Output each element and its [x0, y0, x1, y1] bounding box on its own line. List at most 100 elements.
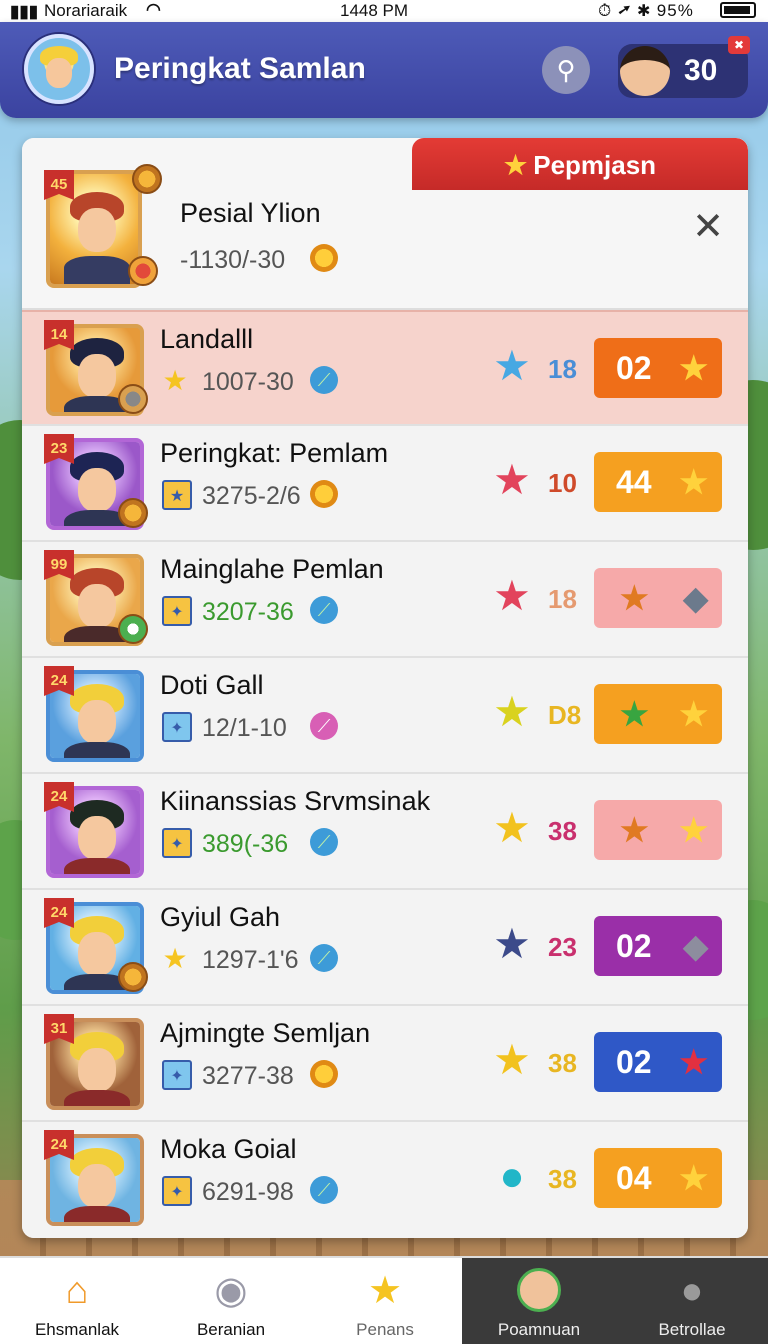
blue-star-icon: ★	[493, 342, 531, 389]
check-badge-icon	[118, 614, 148, 644]
leaderboard-row[interactable]: 23 Peringkat: Pemlam ★ 3275-2/6 ★ 10 44 …	[22, 426, 748, 542]
nav-pets[interactable]: ◉ Beranian	[154, 1258, 308, 1344]
dog-icon: ◉	[214, 1270, 248, 1312]
rank-box-icon: ✦	[162, 712, 192, 742]
reward-button[interactable]: ★ ★	[594, 684, 722, 744]
row-name: Ajmingte Semljan	[160, 1018, 371, 1048]
row-score: 6291-98	[202, 1178, 294, 1206]
reward-button[interactable]: 02 ◆	[594, 916, 722, 976]
app-header: Peringkat Samlan ⚲ 30 ✖	[0, 22, 768, 118]
star-icon: ★	[679, 350, 708, 386]
leaderboard-row[interactable]: 31 Ajmingte Semljan ✦ 3277-38 ★ 38 02 ★	[22, 1006, 748, 1122]
row-name: Mainglahe Pemlan	[160, 554, 384, 584]
row-name: Gyiul Gah	[160, 902, 281, 932]
star-icon: ★	[679, 812, 708, 848]
row-stat: 23	[548, 932, 577, 962]
close-button[interactable]: ✕	[690, 208, 726, 246]
search-icon: ⚲	[556, 55, 576, 85]
teal-ring-icon: ●	[499, 1152, 525, 1199]
home-icon: ⌂	[65, 1270, 89, 1312]
yellow-star-icon: ★	[493, 804, 531, 851]
avatar-icon	[517, 1268, 561, 1312]
feather-icon: ⟋	[310, 828, 338, 856]
medal-icon	[128, 256, 158, 286]
feather-icon: ⟋	[310, 944, 338, 972]
row-name: Doti Gall	[160, 670, 264, 700]
reward-count: 02	[616, 1044, 652, 1080]
leaderboard-panel: 45 Pesial Ylion -1130/-30 ★ Pepmjasn ✕ 14…	[22, 138, 748, 1238]
close-icon: ✕	[692, 206, 724, 248]
row-stat: D8	[548, 700, 582, 730]
orange-star-icon: ★	[620, 580, 649, 616]
feather-icon: ⟋	[310, 596, 338, 624]
feather-icon: ⟋	[310, 366, 338, 394]
coin-icon	[310, 480, 338, 508]
system-indicators: ⏱ ➚ ✱ 95%	[598, 1, 694, 20]
row-stat: 38	[548, 1048, 577, 1078]
reward-button[interactable]: 44 ★	[594, 452, 722, 512]
nav-profile[interactable]: Poamnuan	[462, 1258, 616, 1344]
row-name: Kiinanssias Srvmsinak	[160, 786, 431, 816]
leaderboard-row[interactable]: 24 Kiinanssias Srvmsinak ✦ 389(-36 ⟋ ★ 3…	[22, 774, 748, 890]
reward-button[interactable]: 02 ★	[594, 338, 722, 398]
rank-box-icon: ★	[162, 480, 192, 510]
row-score: 3275-2/6	[202, 482, 301, 510]
friend-avatar-icon	[620, 46, 670, 96]
profile-count: 30	[684, 54, 718, 87]
ribbon-banner: ★ Pepmjasn	[412, 138, 748, 190]
avatar-face	[46, 58, 72, 88]
coin-badge-icon	[132, 164, 162, 194]
row-stat: 38	[548, 816, 577, 846]
leaderboard-row[interactable]: 24 Moka Goial ✦ 6291-98 ⟋ ● 38 04 ★	[22, 1122, 748, 1238]
leaderboard-row[interactable]: 14 Landalll ★ 1007-30 ⟋ ★ 18 02 ★	[22, 310, 748, 426]
row-stat: 18	[548, 354, 577, 384]
star-icon: ★	[503, 150, 528, 180]
pink-feather-icon: ⟋	[310, 712, 338, 740]
reward-button[interactable]: 04 ★	[594, 1148, 722, 1208]
profile-chip[interactable]: 30 ✖	[618, 36, 750, 98]
user-avatar[interactable]	[24, 34, 94, 104]
row-stat: 10	[548, 468, 577, 498]
wifi-icon: ◠	[146, 0, 161, 19]
row-stat: 38	[548, 1164, 577, 1194]
search-button[interactable]: ⚲	[542, 46, 590, 94]
reward-button[interactable]: ★ ◆	[594, 568, 722, 628]
reward-button[interactable]: ★ ★	[594, 800, 722, 860]
leaderboard-row[interactable]: 99 Mainglahe Pemlan ✦ 3207-36 ⟋ ★ 18 ★ ◆	[22, 542, 748, 658]
row-name: Landalll	[160, 324, 254, 354]
reward-button[interactable]: 02 ★	[594, 1032, 722, 1092]
red-star-icon: ★	[493, 456, 531, 503]
player-score: -1130/-30	[180, 246, 286, 274]
row-name: Moka Goial	[160, 1134, 297, 1164]
nav-label: Penans	[356, 1320, 414, 1339]
nav-label: Beranian	[196, 1320, 266, 1339]
nav-label: Ehsmanlak	[34, 1320, 120, 1339]
reward-count: 02	[616, 928, 652, 964]
nav-label: Betrollae	[658, 1320, 726, 1339]
green-star-icon: ★	[620, 696, 649, 732]
orange-star-icon: ★	[620, 812, 649, 848]
page-title: Peringkat Samlan	[114, 52, 366, 85]
elephant-icon: ◆	[683, 580, 708, 616]
row-score: 1297-1'6	[202, 946, 299, 974]
nav-account[interactable]: ● Betrollae	[616, 1258, 768, 1344]
leaderboard-row[interactable]: 24 Doti Gall ✦ 12/1-10 ⟋ ★ D8 ★ ★	[22, 658, 748, 774]
rank-box-icon: ✦	[162, 596, 192, 626]
row-score: 3277-38	[202, 1062, 294, 1090]
star-icon: ★	[679, 464, 708, 500]
ribbon-label: Pepmjasn	[533, 150, 657, 180]
leaderboard-row[interactable]: 24 Gyiul Gah ★ 1297-1'6 ⟋ ★ 23 02 ◆	[22, 890, 748, 1006]
row-stat: 18	[548, 584, 577, 614]
row-score: 3207-36	[202, 598, 294, 626]
star-icon: ★	[162, 943, 188, 974]
rank-box-icon: ✦	[162, 1176, 192, 1206]
star-icon: ★	[162, 365, 188, 396]
nav-home[interactable]: ⌂ Ehsmanlak	[0, 1258, 154, 1344]
yellow-star-icon: ★	[493, 1036, 531, 1083]
star-icon: ★	[367, 1270, 403, 1312]
star-icon: ★	[679, 696, 708, 732]
nav-rankings[interactable]: ★ Penans	[308, 1258, 462, 1344]
yellow-star-icon: ★	[493, 688, 531, 735]
rank-box-icon: ✦	[162, 828, 192, 858]
row-score: 1007-30	[202, 368, 294, 396]
